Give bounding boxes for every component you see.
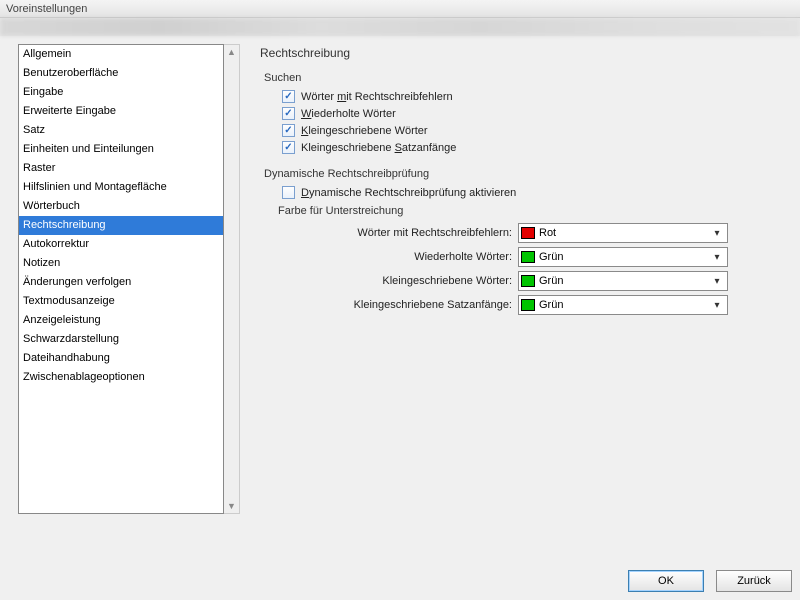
color-row: Wiederholte Wörter:Grün▾: [258, 247, 786, 267]
category-item[interactable]: Raster: [19, 159, 223, 178]
category-item[interactable]: Dateihandhabung: [19, 349, 223, 368]
check-label: Wiederholte Wörter: [301, 108, 396, 120]
color-swatch-icon: [521, 275, 535, 287]
scroll-down-icon[interactable]: ▼: [227, 499, 236, 513]
checkbox-icon: [282, 141, 295, 154]
category-item[interactable]: Eingabe: [19, 83, 223, 102]
check-search-0[interactable]: Wörter mit Rechtschreibfehlern: [282, 90, 786, 103]
checkbox-icon: [282, 186, 295, 199]
checkbox-icon: [282, 90, 295, 103]
color-label: Wörter mit Rechtschreibfehlern:: [258, 227, 518, 239]
check-label: Wörter mit Rechtschreibfehlern: [301, 91, 453, 103]
checkbox-icon: [282, 107, 295, 120]
category-scrollbar[interactable]: ▲ ▼: [224, 44, 240, 514]
category-item[interactable]: Erweiterte Eingabe: [19, 102, 223, 121]
color-row: Wörter mit Rechtschreibfehlern:Rot▾: [258, 223, 786, 243]
toolbar-blur: [0, 18, 800, 36]
category-item[interactable]: Wörterbuch: [19, 197, 223, 216]
category-item[interactable]: Hilfslinien und Montagefläche: [19, 178, 223, 197]
category-item[interactable]: Einheiten und Einteilungen: [19, 140, 223, 159]
color-label: Kleingeschriebene Wörter:: [258, 275, 518, 287]
category-item[interactable]: Änderungen verfolgen: [19, 273, 223, 292]
category-item[interactable]: Autokorrektur: [19, 235, 223, 254]
chevron-down-icon: ▾: [709, 252, 725, 263]
chevron-down-icon: ▾: [709, 276, 725, 287]
color-combo[interactable]: Grün▾: [518, 295, 728, 315]
color-combo[interactable]: Rot▾: [518, 223, 728, 243]
color-label: Wiederholte Wörter:: [258, 251, 518, 263]
color-row: Kleingeschriebene Satzanfänge:Grün▾: [258, 295, 786, 315]
back-button[interactable]: Zurück: [716, 570, 792, 592]
category-item[interactable]: Allgemein: [19, 45, 223, 64]
dialog-body: AllgemeinBenutzeroberflächeEingabeErweit…: [0, 36, 800, 566]
color-swatch-icon: [521, 251, 535, 263]
preferences-window: Voreinstellungen AllgemeinBenutzeroberfl…: [0, 0, 800, 600]
category-item[interactable]: Benutzeroberfläche: [19, 64, 223, 83]
category-list-wrap: AllgemeinBenutzeroberflächeEingabeErweit…: [18, 44, 240, 562]
pane-title: Rechtschreibung: [260, 46, 786, 60]
category-item[interactable]: Zwischenablageoptionen: [19, 368, 223, 387]
color-combo[interactable]: Grün▾: [518, 247, 728, 267]
color-name: Grün: [539, 299, 709, 311]
check-label: Dynamische Rechtschreibprüfung aktiviere…: [301, 187, 516, 199]
check-search-2[interactable]: Kleingeschriebene Wörter: [282, 124, 786, 137]
group-search-title: Suchen: [264, 72, 786, 84]
group-dynamic-title: Dynamische Rechtschreibprüfung: [264, 168, 786, 180]
category-item[interactable]: Rechtschreibung: [19, 216, 223, 235]
titlebar: Voreinstellungen: [0, 0, 800, 18]
color-swatch-icon: [521, 227, 535, 239]
check-dynamic-enable[interactable]: Dynamische Rechtschreibprüfung aktiviere…: [282, 186, 786, 199]
color-name: Rot: [539, 227, 709, 239]
color-combo[interactable]: Grün▾: [518, 271, 728, 291]
settings-pane: Rechtschreibung Suchen Wörter mit Rechts…: [250, 44, 790, 562]
check-label: Kleingeschriebene Wörter: [301, 125, 428, 137]
group-dynamic: Dynamische Rechtschreibprüfung Dynamisch…: [258, 168, 786, 315]
ok-button[interactable]: OK: [628, 570, 704, 592]
category-item[interactable]: Anzeigeleistung: [19, 311, 223, 330]
color-row: Kleingeschriebene Wörter:Grün▾: [258, 271, 786, 291]
dialog-footer: OK Zurück: [0, 566, 800, 600]
check-search-1[interactable]: Wiederholte Wörter: [282, 107, 786, 120]
color-name: Grün: [539, 251, 709, 263]
scroll-up-icon[interactable]: ▲: [227, 45, 236, 59]
category-item[interactable]: Satz: [19, 121, 223, 140]
group-search: Suchen Wörter mit Rechtschreibfehlern Wie…: [258, 72, 786, 154]
check-label: Kleingeschriebene Satzanfänge: [301, 142, 456, 154]
window-title: Voreinstellungen: [6, 3, 87, 15]
color-label: Kleingeschriebene Satzanfänge:: [258, 299, 518, 311]
chevron-down-icon: ▾: [709, 228, 725, 239]
category-item[interactable]: Schwarzdarstellung: [19, 330, 223, 349]
category-item[interactable]: Textmodusanzeige: [19, 292, 223, 311]
category-item[interactable]: Notizen: [19, 254, 223, 273]
chevron-down-icon: ▾: [709, 300, 725, 311]
category-list[interactable]: AllgemeinBenutzeroberflächeEingabeErweit…: [18, 44, 224, 514]
underline-color-title: Farbe für Unterstreichung: [278, 205, 786, 217]
checkbox-icon: [282, 124, 295, 137]
color-name: Grün: [539, 275, 709, 287]
color-swatch-icon: [521, 299, 535, 311]
check-search-3[interactable]: Kleingeschriebene Satzanfänge: [282, 141, 786, 154]
